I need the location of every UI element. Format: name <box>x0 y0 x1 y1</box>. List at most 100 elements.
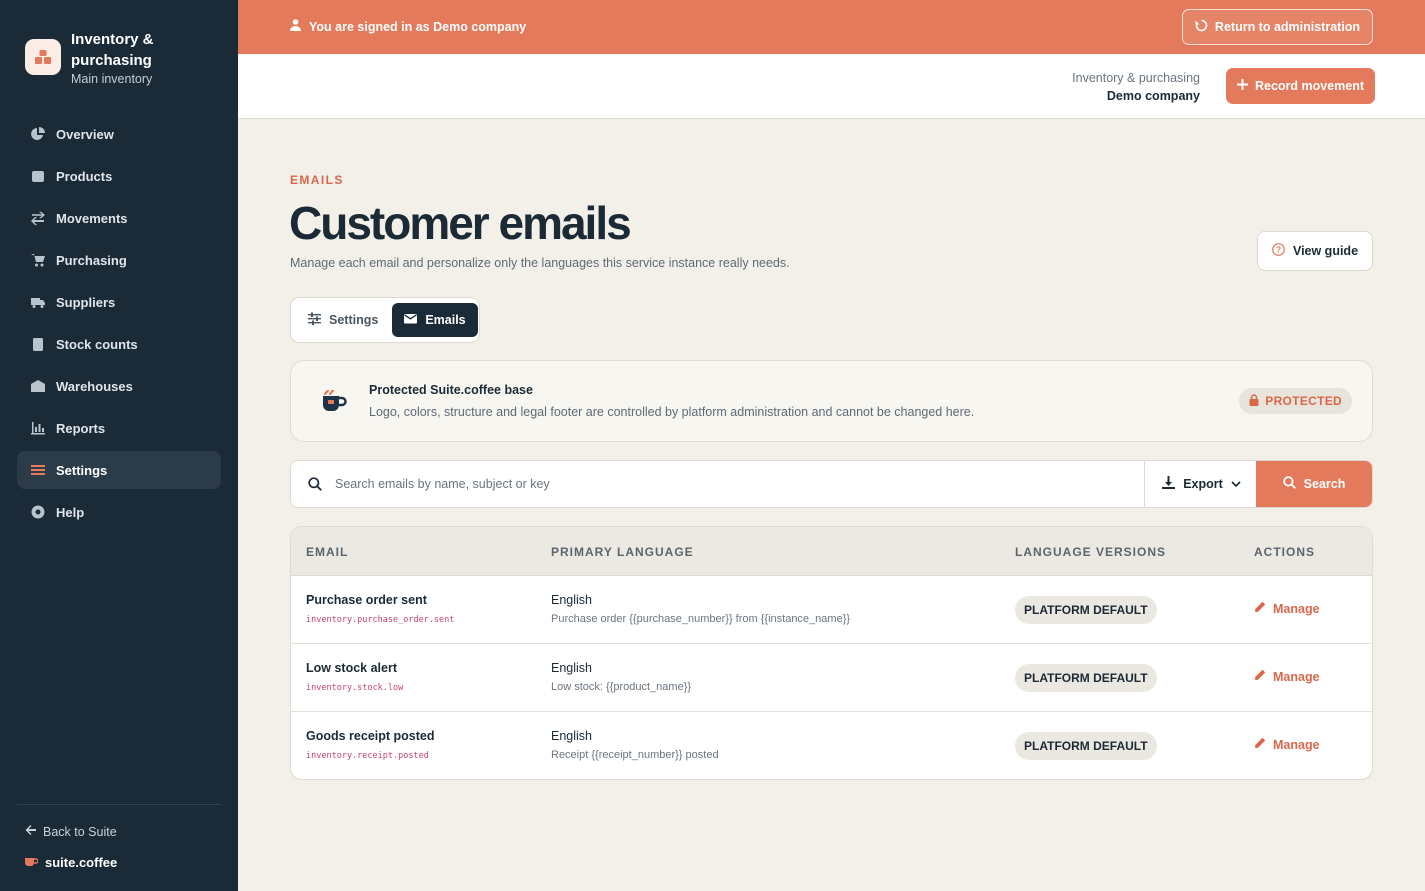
search-input[interactable] <box>335 461 1135 507</box>
suite-name: suite.coffee <box>45 855 118 870</box>
sidebar-item-suppliers[interactable]: Suppliers <box>17 283 221 321</box>
manage-label: Manage <box>1273 669 1320 684</box>
sidebar-item-label: Settings <box>56 462 108 478</box>
manage-button[interactable]: Manage <box>1254 737 1320 752</box>
return-label: Return to administration <box>1214 20 1361 34</box>
plus-icon <box>1236 79 1248 93</box>
suite-logo: suite.coffee <box>25 855 117 870</box>
sliders-icon <box>30 463 45 478</box>
sidebar-item-label: Suppliers <box>56 294 116 310</box>
protected-title: Protected Suite.coffee base <box>369 383 533 397</box>
table-row: Purchase order sent inventory.purchase_o… <box>291 576 1372 644</box>
sidebar-item-label: Overview <box>56 126 114 142</box>
arrows-exchange-icon <box>30 211 45 226</box>
top-bar: Inventory & purchasing Demo company Reco… <box>238 54 1425 119</box>
sidebar-item-label: Products <box>56 168 113 184</box>
coffee-cup-icon <box>25 855 39 870</box>
sidebar-item-label: Warehouses <box>56 378 133 394</box>
page-eyebrow: EMAILS <box>290 173 344 187</box>
email-key: inventory.stock.low <box>306 683 404 693</box>
brand-title: Inventory & purchasing <box>71 31 154 69</box>
tab-settings[interactable]: Settings <box>296 303 390 337</box>
warehouse-icon <box>30 379 45 394</box>
column-header-language-versions: LANGUAGE VERSIONS <box>1015 545 1167 559</box>
primary-language: English <box>551 729 592 743</box>
arrow-left-icon <box>25 824 37 839</box>
coffee-cup-icon <box>320 389 348 418</box>
protected-description: Logo, colors, structure and legal footer… <box>369 405 975 419</box>
search-button-label: Search <box>1303 477 1346 491</box>
sidebar-item-stock-counts[interactable]: Stock counts <box>17 325 221 363</box>
export-label: Export <box>1183 477 1223 491</box>
search-icon <box>1282 476 1296 492</box>
pencil-icon <box>1254 669 1266 684</box>
email-name: Low stock alert <box>306 661 397 675</box>
email-subject: Low stock: {{product_name}} <box>551 681 692 693</box>
email-key: inventory.receipt.posted <box>306 751 429 761</box>
table-row: Goods receipt posted inventory.receipt.p… <box>291 712 1372 779</box>
sidebar-item-label: Reports <box>56 420 106 436</box>
brand-subtitle: Main inventory <box>71 72 153 86</box>
brand-logo-icon <box>25 39 61 75</box>
lifebuoy-icon <box>30 505 45 520</box>
export-dropdown-button[interactable]: Export <box>1144 461 1258 507</box>
language-versions-badge: PLATFORM DEFAULT <box>1015 596 1157 624</box>
record-label: Record movement <box>1254 79 1365 93</box>
undo-icon <box>1195 19 1208 35</box>
banner-message: You are signed in as Demo company <box>290 19 526 34</box>
manage-label: Manage <box>1273 601 1320 616</box>
sidebar-item-purchasing[interactable]: Purchasing <box>17 241 221 279</box>
context-info: Inventory & purchasing Demo company <box>1072 69 1200 105</box>
sidebar-item-overview[interactable]: Overview <box>17 115 221 153</box>
table-row: Low stock alert inventory.stock.low Engl… <box>291 644 1372 712</box>
tab-label: Emails <box>425 313 466 327</box>
primary-language: English <box>551 593 592 607</box>
svg-text:?: ? <box>1276 245 1281 255</box>
brand: Inventory & purchasing Main inventory <box>25 29 181 86</box>
clipboard-check-icon <box>30 337 45 352</box>
back-to-suite-link[interactable]: Back to Suite <box>25 824 117 839</box>
search-icon <box>308 477 322 496</box>
view-guide-button[interactable]: ? View guide <box>1257 231 1373 271</box>
search-button[interactable]: Search <box>1256 461 1372 507</box>
sidebar-item-settings[interactable]: Settings <box>17 451 221 489</box>
impersonation-banner: You are signed in as Demo company Return… <box>238 0 1425 54</box>
manage-button[interactable]: Manage <box>1254 669 1320 684</box>
protected-badge-label: PROTECTED <box>1265 394 1342 408</box>
email-search-bar: Export Search <box>290 460 1373 508</box>
sidebar-item-products[interactable]: Products <box>17 157 221 195</box>
context-company: Demo company <box>1106 89 1200 103</box>
tab-emails[interactable]: Emails <box>392 303 478 337</box>
email-name: Purchase order sent <box>306 593 427 607</box>
pencil-icon <box>1254 601 1266 616</box>
settings-tabs: Settings Emails <box>290 297 480 343</box>
lock-icon <box>1249 393 1259 409</box>
primary-language: English <box>551 661 592 675</box>
box-icon <box>30 169 45 184</box>
sidebar-item-movements[interactable]: Movements <box>17 199 221 237</box>
page-description: Manage each email and personalize only t… <box>290 256 790 270</box>
manage-button[interactable]: Manage <box>1254 601 1320 616</box>
column-header-email: EMAIL <box>306 545 349 559</box>
sliders-icon <box>308 312 321 328</box>
email-key: inventory.purchase_order.sent <box>306 615 455 625</box>
sidebar-item-warehouses[interactable]: Warehouses <box>17 367 221 405</box>
back-to-suite-label: Back to Suite <box>43 824 117 839</box>
language-versions-badge: PLATFORM DEFAULT <box>1015 664 1157 692</box>
sidebar-divider <box>17 804 221 805</box>
chevron-down-icon <box>1231 477 1241 491</box>
column-header-actions: ACTIONS <box>1254 545 1315 559</box>
protected-base-card: Protected Suite.coffee base Logo, colors… <box>290 360 1373 442</box>
pie-chart-icon <box>30 127 45 142</box>
return-to-administration-button[interactable]: Return to administration <box>1182 9 1373 45</box>
sidebar-item-reports[interactable]: Reports <box>17 409 221 447</box>
view-guide-label: View guide <box>1292 244 1359 258</box>
sidebar-item-help[interactable]: Help <box>17 493 221 531</box>
emails-table: EMAIL PRIMARY LANGUAGE LANGUAGE VERSIONS… <box>290 526 1373 780</box>
record-movement-button[interactable]: Record movement <box>1226 68 1375 104</box>
protected-badge: PROTECTED <box>1239 388 1352 414</box>
sidebar-item-label: Movements <box>56 210 128 226</box>
sidebar-item-label: Stock counts <box>56 336 138 352</box>
sidebar-item-label: Purchasing <box>56 252 127 268</box>
truck-icon <box>30 295 45 310</box>
